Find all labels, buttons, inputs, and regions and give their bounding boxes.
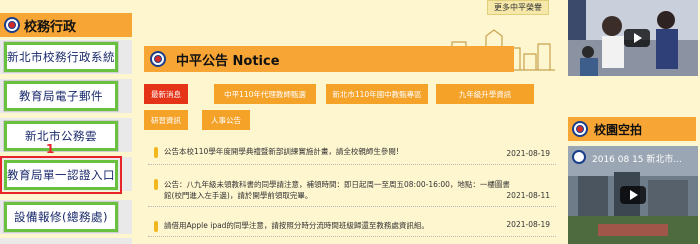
equipment-repair-button[interactable]: 設備報修(總務處) [3,201,119,233]
notice-date: 2021-08-19 [506,149,550,158]
play-icon[interactable] [620,186,646,204]
channel-logo-icon [572,150,586,164]
play-icon[interactable] [624,29,650,47]
notice-text[interactable]: 公告本校110學年度開學典禮暨新部訓練實施計畫，請全校親師生參閱! [164,146,514,157]
admin-section-header: 校務行政 [0,13,132,37]
aerial-video-title: 2016 08 15 新北市... [592,155,682,165]
bullet-icon [154,221,158,232]
notice-section-header: 中平公告 Notice [144,46,514,72]
list-item[interactable]: 公告：八九年級未領教科書的同學請注意，補領時間：即日起周一至周五08:00-16… [148,173,556,207]
school-logo-icon [4,17,20,33]
admin-section-title: 校務行政 [24,19,77,35]
school-logo-icon [572,121,588,137]
aerial-video-thumbnail[interactable]: 2016 08 15 新北市... [568,146,698,244]
tab-personnel-notice[interactable]: 人事公告 [202,110,250,130]
more-honors-button[interactable]: 更多中平榮譽 [487,0,549,15]
education-email-button[interactable]: 教育局電子郵件 [3,80,119,112]
bullet-icon [154,179,158,190]
left-sidebar: 校務行政 新北市校務行政系統 教育局電子郵件 新北市公務雲 1 教育局單一認證入… [0,0,132,244]
single-sign-on-button[interactable]: 教育局單一認證入口 [0,156,122,194]
button-frame [0,238,132,244]
school-admin-system-button[interactable]: 新北市校務行政系統 [3,41,119,73]
notice-title: 中平公告 Notice [176,53,280,69]
bullet-icon [154,147,158,158]
tab-latest-news[interactable]: 最新消息 [144,84,188,104]
campus-aerial-header: 校園空拍 [568,117,696,141]
campus-aerial-title: 校園空拍 [594,122,643,137]
notice-date: 2021-08-11 [506,191,550,200]
notice-text[interactable]: 公告：八九年級未領教科書的同學請注意，補領時間：即日起周一至周五08:00-16… [164,179,514,201]
tab-substitute-teacher[interactable]: 中平110年代理教師甄選 [214,84,316,104]
step-marker: 1 [46,142,55,156]
list-item[interactable]: 公告本校110學年度開學典禮暨新部訓練實施計畫，請全校親師生參閱! 2021-0… [148,139,556,165]
school-video-thumbnail[interactable] [568,0,698,76]
list-item[interactable]: 請借用Apple ipad的同學注意，請按照分時分流時間班級歸還至教務處資訊組。… [148,215,556,237]
notice-text[interactable]: 請借用Apple ipad的同學注意，請按照分時分流時間班級歸還至教務處資訊組。 [164,220,514,231]
tab-training-info[interactable]: 研習資訊 [144,110,188,130]
tab-grade9-admission[interactable]: 九年級升學資訊 [436,84,534,104]
school-logo-icon [150,51,166,67]
tab-teacher-exam[interactable]: 新北市110年國中教甄專區 [326,84,428,104]
notice-date: 2021-08-19 [506,220,550,229]
public-cloud-button[interactable]: 新北市公務雲 [3,120,119,152]
